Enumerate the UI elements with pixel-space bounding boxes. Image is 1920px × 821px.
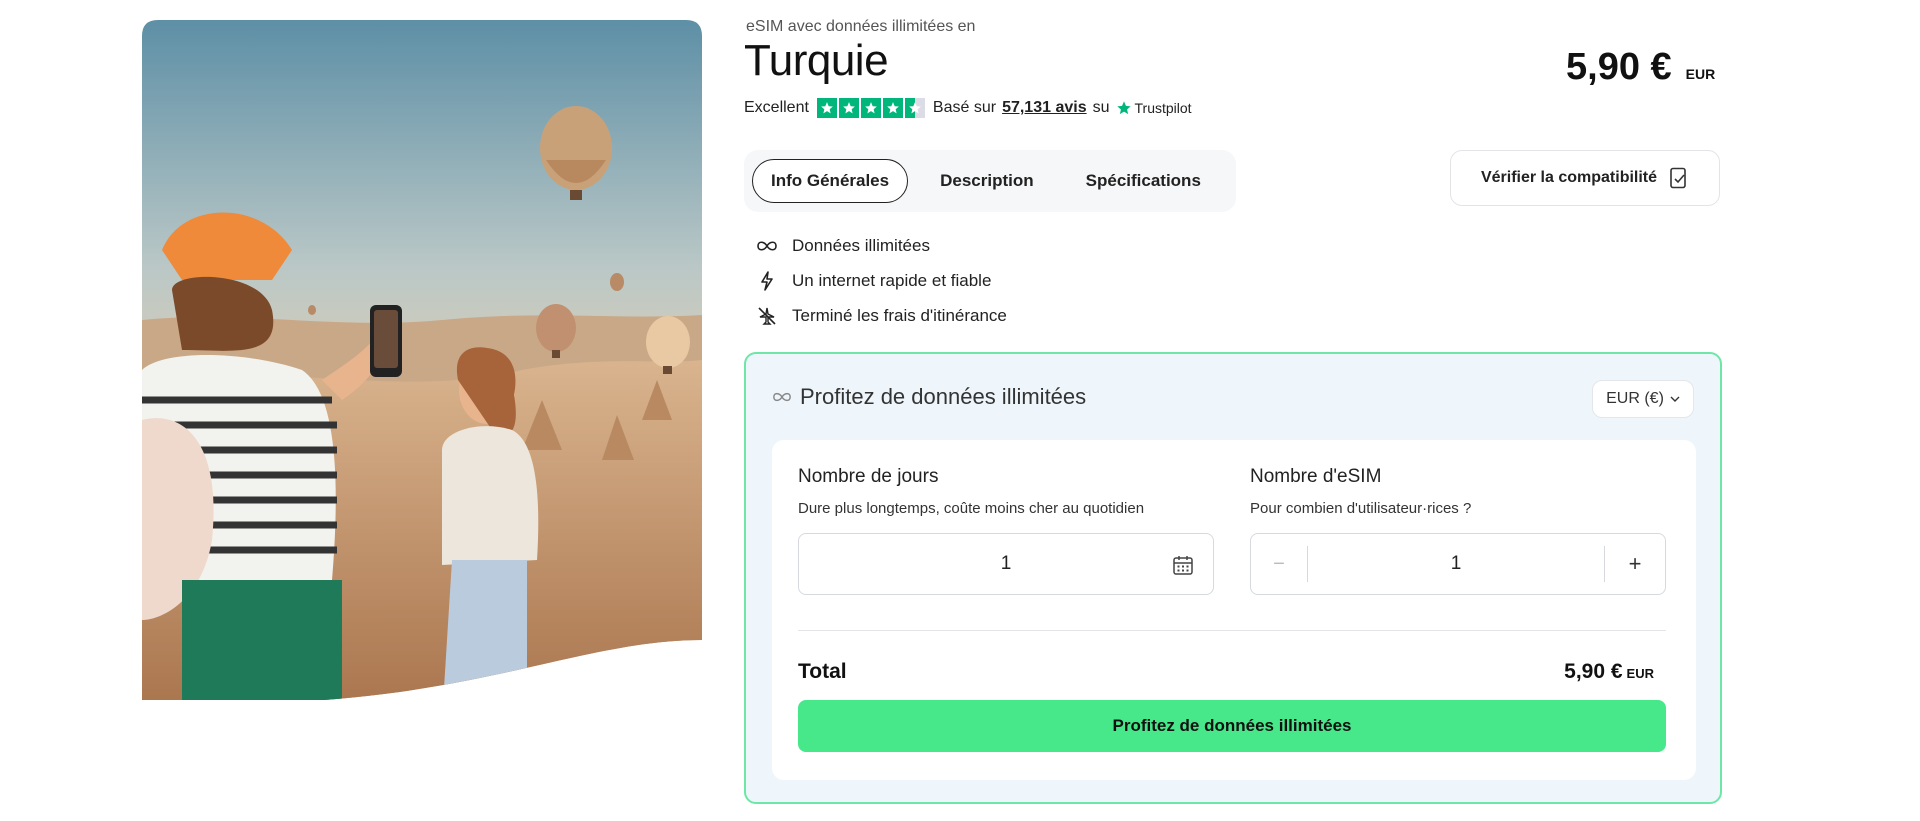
lightning-icon [756, 270, 778, 292]
tab-description[interactable]: Description [920, 159, 1054, 203]
increment-button[interactable]: + [1605, 551, 1665, 577]
star-icon [816, 98, 837, 118]
feature-label: Données illimitées [792, 235, 930, 255]
total-label: Total [798, 660, 847, 683]
price-currency: EUR [1685, 66, 1716, 82]
chevron-down-icon [1670, 396, 1680, 402]
total-amount: 5,90 € [1564, 660, 1623, 683]
rating-label: Excellent [744, 99, 809, 116]
days-value: 1 [1000, 553, 1012, 574]
product-price: 5,90 € EUR [1566, 46, 1715, 89]
decrement-button[interactable]: − [1251, 553, 1307, 576]
price-amount: 5,90 € [1566, 46, 1672, 88]
infinity-icon [756, 235, 778, 257]
plan-card: Profitez de données illimitées EUR (€) N… [744, 352, 1722, 804]
esim-quantity-value[interactable]: 1 [1308, 553, 1604, 575]
hero-image [142, 20, 702, 700]
page-title: Turquie [744, 36, 889, 85]
days-description: Dure plus longtemps, coûte moins cher au… [798, 500, 1145, 517]
feature-label: Un internet rapide et fiable [792, 270, 992, 290]
feature-list: Données illimitées Un internet rapide et… [756, 228, 1007, 333]
plan-options: Nombre de jours Dure plus longtemps, coû… [772, 440, 1696, 780]
product-subtitle: eSIM avec données illimitées en [746, 18, 976, 35]
check-compatibility-button[interactable]: Vérifier la compatibilité [1450, 150, 1720, 206]
compat-button-label: Vérifier la compatibilité [1480, 169, 1658, 186]
trustpilot-star-icon [1116, 101, 1131, 115]
feature-label: Terminé les frais d'itinérance [792, 305, 1007, 325]
phone-check-icon [1670, 167, 1686, 189]
star-icon [860, 98, 881, 118]
reviews-link[interactable]: 57,131 avis [1002, 99, 1087, 117]
infinity-icon [773, 392, 791, 402]
rating-su-text: su [1092, 99, 1110, 116]
days-block: Nombre de jours Dure plus longtemps, coû… [798, 466, 1214, 595]
tab-info-generales[interactable]: Info Générales [752, 159, 909, 203]
rating-stars [816, 98, 925, 118]
currency-value: EUR (€) [1606, 390, 1664, 407]
esim-quantity-stepper: − 1 + [1250, 533, 1666, 595]
rating-row: Excellent Basé sur 57,131 avis su Trustp… [744, 98, 1192, 118]
tab-specifications[interactable]: Spécifications [1066, 159, 1221, 203]
trustpilot-logo[interactable]: Trustpilot [1116, 100, 1192, 116]
total-currency: EUR [1626, 666, 1654, 681]
half-star-icon [904, 98, 925, 118]
star-icon [838, 98, 859, 118]
divider [798, 630, 1666, 631]
calendar-icon[interactable] [1171, 553, 1195, 577]
esim-description: Pour combien d'utilisateur·rices ? [1250, 500, 1472, 517]
feature-item: Terminé les frais d'itinérance [756, 298, 1007, 333]
days-picker[interactable]: 1 [798, 533, 1214, 595]
buy-button[interactable]: Profitez de données illimitées [798, 700, 1666, 752]
days-title: Nombre de jours [798, 466, 939, 487]
feature-item: Un internet rapide et fiable [756, 263, 1007, 298]
trustpilot-label: Trustpilot [1134, 100, 1192, 116]
no-plane-icon [756, 305, 778, 327]
card-heading: Profitez de données illimitées [772, 384, 1086, 410]
esim-title: Nombre d'eSIM [1250, 466, 1382, 487]
star-icon [882, 98, 903, 118]
rating-based-text: Basé sur [932, 99, 997, 116]
tab-bar: Info Générales Description Spécification… [744, 150, 1236, 212]
card-heading-text: Profitez de données illimitées [800, 384, 1087, 409]
esim-block: Nombre d'eSIM Pour combien d'utilisateur… [1250, 466, 1666, 595]
feature-item: Données illimitées [756, 228, 1007, 263]
currency-select[interactable]: EUR (€) [1592, 380, 1694, 418]
total-price: 5,90 € EUR [1564, 660, 1654, 684]
